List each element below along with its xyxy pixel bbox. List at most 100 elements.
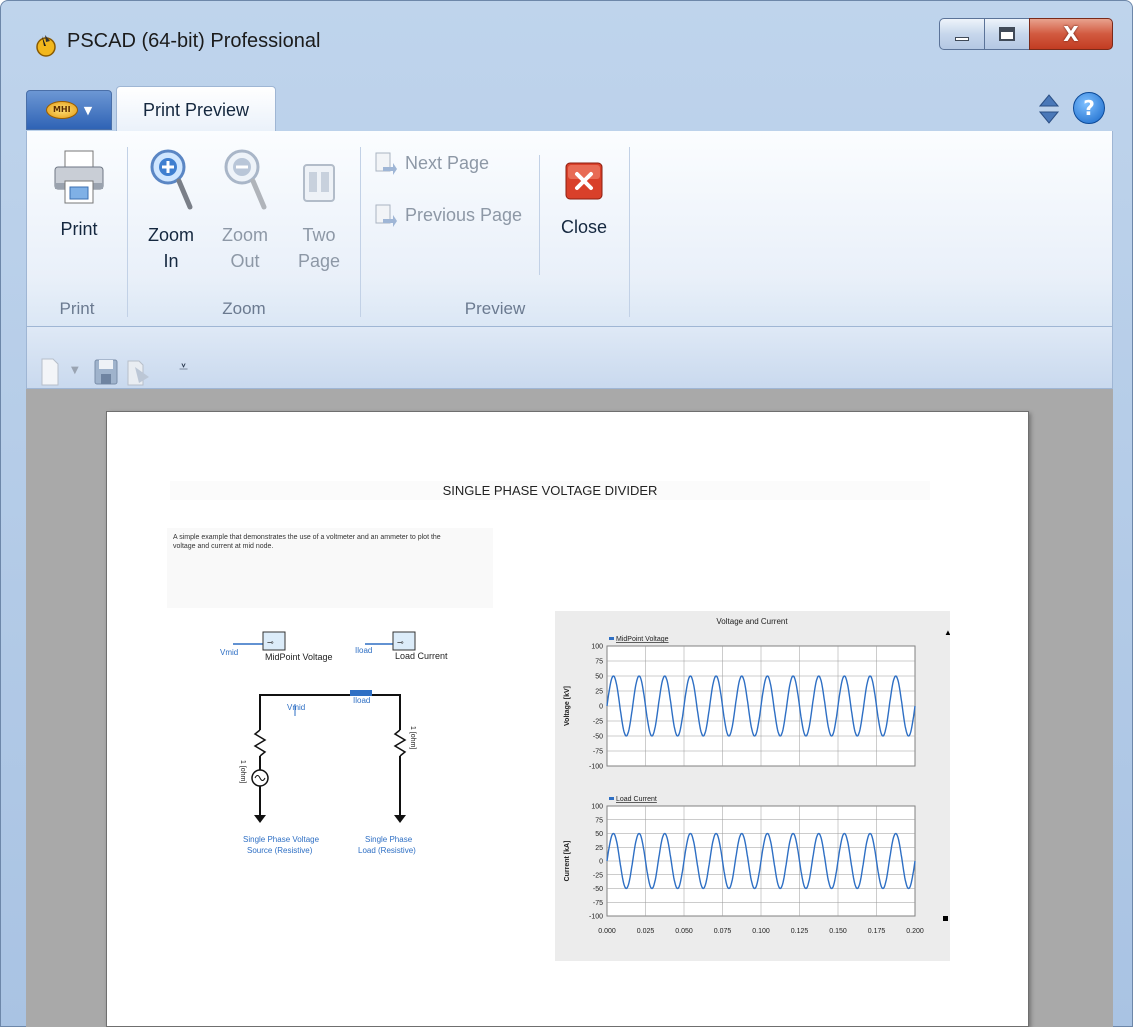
ribbon-collapse-icon[interactable] (1038, 91, 1060, 127)
meter1-icon: ⊸ (267, 638, 274, 647)
x-tick-label: 0.075 (714, 928, 732, 935)
meter2-signal: Iload (355, 646, 372, 655)
y-tick-label: 50 (595, 831, 603, 838)
load-caption-2: Load (Resistive) (358, 846, 416, 855)
meter2-label: Load Current (395, 651, 448, 661)
zoom-out-button[interactable]: Zoom Out (210, 145, 280, 274)
description-text: A simple example that demonstrates the u… (173, 533, 491, 551)
window-title: PSCAD (64-bit) Professional (67, 30, 321, 52)
zoom-in-button[interactable]: Zoom In (136, 145, 206, 274)
y-axis-label: Voltage [kV] (564, 686, 571, 726)
group-label-preview: Preview (464, 299, 526, 318)
save-as-icon[interactable] (125, 357, 153, 387)
title-bar: PSCAD (64-bit) Professional X (0, 0, 1133, 88)
source-r-label: 1 [ohm] (239, 760, 246, 783)
source-caption-2: Source (Resistive) (247, 846, 313, 855)
y-tick-label: -50 (593, 886, 603, 893)
y-tick-label: 100 (591, 644, 603, 651)
meter2-icon: ⊸ (397, 638, 404, 647)
pscad-app-icon (36, 35, 56, 57)
print-button[interactable]: Print (41, 145, 117, 242)
legend-swatch (609, 637, 614, 640)
save-icon[interactable] (93, 357, 119, 387)
description-box: A simple example that demonstrates the u… (167, 528, 493, 608)
separator (629, 147, 630, 317)
meter1-signal: Vmid (220, 648, 238, 657)
group-preview: Next Page Previous Page Close Preview (361, 131, 629, 327)
group-print: Print Print (27, 131, 127, 327)
x-tick-label: 0.100 (752, 928, 770, 935)
next-page-button[interactable]: Next Page (373, 151, 489, 175)
left-ground-icon (254, 815, 266, 823)
zoom-in-icon (150, 149, 193, 210)
legend-label: Load Current (616, 796, 657, 803)
y-tick-label: -100 (589, 914, 603, 921)
x-tick-label: 0.150 (829, 928, 847, 935)
maximize-icon (999, 27, 1015, 41)
legend-label: MidPoint Voltage (616, 636, 669, 643)
x-tick-label: 0.125 (791, 928, 809, 935)
x-tick-label: 0.000 (598, 928, 616, 935)
quick-access-toolbar: ▼ ⩡ (26, 327, 1113, 389)
y-tick-label: -25 (593, 719, 603, 726)
two-page-label-1: Two (302, 225, 336, 245)
chart-container: Voltage and Current ▲ 100 75 50 25 0 -25 -50 -7… (555, 611, 952, 961)
minimize-button[interactable] (939, 18, 985, 50)
y-tick-label: -75 (593, 900, 603, 907)
application-menu-button[interactable]: MHI ▼ (26, 90, 112, 130)
zoom-in-label-1: Zoom (147, 225, 194, 245)
source-resistor (253, 729, 267, 757)
print-button-label: Print (60, 219, 98, 239)
y-tick-label: 25 (595, 689, 603, 696)
close-preview-label: Close (560, 217, 608, 237)
two-page-button[interactable]: Two Page (284, 145, 354, 274)
y-tick-label: 25 (595, 845, 603, 852)
close-icon: X (1063, 22, 1079, 46)
node-v-label: Vmid (287, 703, 305, 712)
help-icon[interactable]: ? (1073, 92, 1105, 124)
load-r-label: 1 [ohm] (409, 726, 416, 749)
separator (539, 155, 540, 275)
scroll-handle-icon[interactable] (943, 916, 948, 921)
previous-page-icon (375, 204, 397, 227)
app-logo-icon: MHI (45, 101, 78, 119)
x-tick-label: 0.025 (637, 928, 655, 935)
top-wire (259, 694, 401, 730)
voltage-current-chart: Voltage and Current ▲ 100 75 50 25 0 -25 -50 -7… (564, 617, 952, 935)
y-tick-label: 75 (595, 659, 603, 666)
y-tick-label: 75 (595, 817, 603, 824)
close-preview-button[interactable]: Close (549, 159, 619, 240)
description-line-2: voltage and current at mid node. (173, 543, 274, 550)
group-zoom: Zoom In Zoom Out Two Page Zoom (128, 131, 360, 327)
previous-page-label: Previous Page (405, 204, 523, 225)
close-preview-icon (565, 162, 603, 200)
ribbon-panel: Print Print Zoom In Zoom Out Two Page Zo… (26, 131, 1113, 327)
y-tick-label: 50 (595, 674, 603, 681)
window-close-button[interactable]: X (1029, 18, 1113, 50)
two-page-label-2: Page (297, 251, 341, 271)
zoom-out-label-1: Zoom (221, 225, 268, 245)
y-tick-label: -75 (593, 749, 603, 756)
chevron-down-icon: ▼ (83, 103, 93, 117)
document-title: SINGLE PHASE VOLTAGE DIVIDER (170, 481, 930, 500)
load-caption-1: Single Phase (365, 835, 413, 844)
x-tick-label: 0.050 (675, 928, 693, 935)
y-tick-label: 0 (599, 704, 603, 711)
zoom-out-icon (224, 149, 267, 210)
previous-page-button[interactable]: Previous Page (373, 203, 522, 227)
new-document-icon[interactable] (39, 357, 61, 387)
y-tick-label: 0 (599, 859, 603, 866)
next-page-label: Next Page (405, 152, 490, 173)
customize-toolbar-icon[interactable]: ⩡ (179, 357, 188, 387)
maximize-button[interactable] (984, 18, 1030, 50)
next-page-icon (375, 152, 397, 175)
zoom-out-label-2: Out (230, 251, 260, 271)
minimize-icon (955, 37, 969, 41)
group-label-zoom: Zoom (222, 299, 266, 318)
tab-print-preview[interactable]: Print Preview (116, 86, 276, 132)
load-resistor (393, 729, 407, 757)
description-line-1: A simple example that demonstrates the u… (173, 534, 441, 541)
scroll-up-icon[interactable]: ▲ (944, 628, 952, 637)
group-label-print: Print (59, 299, 95, 318)
x-tick-label: 0.200 (906, 928, 924, 935)
